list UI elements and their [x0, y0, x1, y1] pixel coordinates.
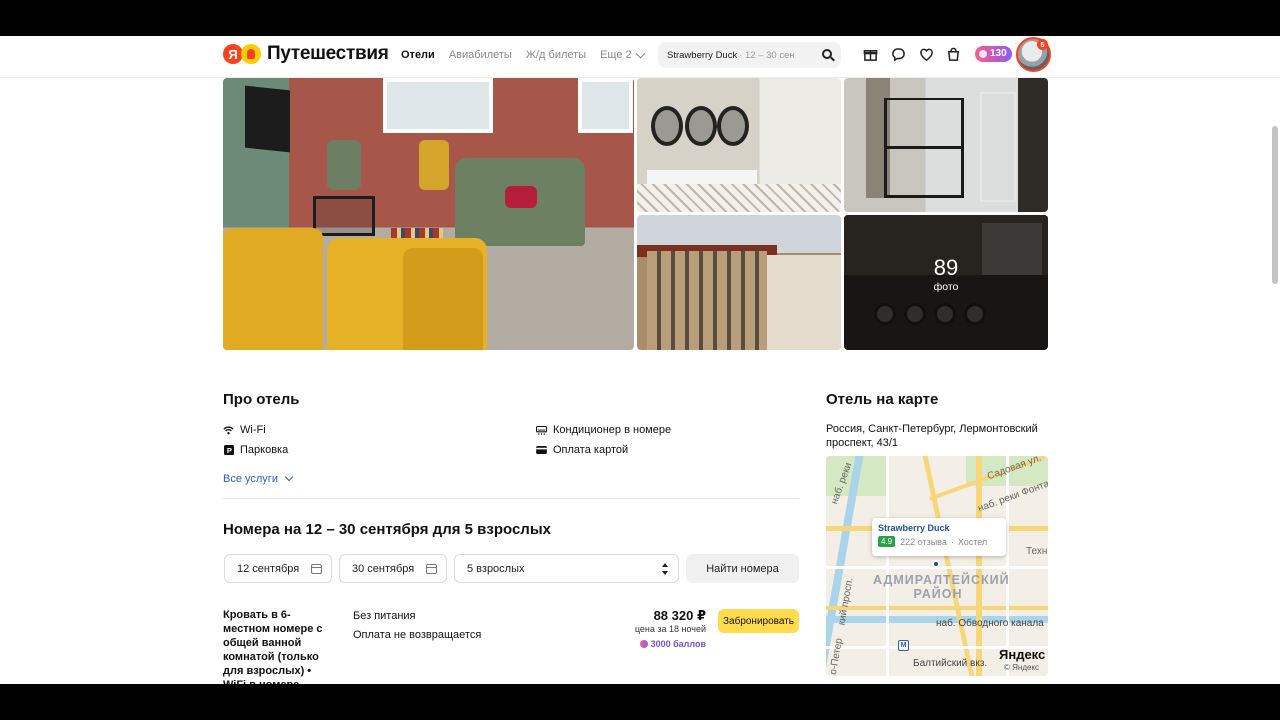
amenity-label: Wi-Fi — [240, 424, 266, 436]
checkout-date-field[interactable]: 30 сентября — [339, 554, 447, 583]
air-conditioner-icon — [536, 425, 547, 436]
room-points: 3000 баллов — [640, 639, 706, 649]
metro-icon: М — [898, 640, 909, 651]
book-button[interactable]: Забронировать — [718, 609, 799, 633]
amenity-label: Кондиционер в номере — [553, 424, 672, 436]
photo-building[interactable] — [637, 215, 841, 350]
nav-flights[interactable]: Авиабилеты — [449, 49, 512, 61]
room-name[interactable]: Кровать в 6-местном номере с общей ванно… — [223, 608, 333, 684]
wifi-icon — [223, 425, 234, 436]
room-price-note: цена за 18 ночей — [634, 624, 706, 634]
calendar-icon — [426, 564, 437, 574]
room-meal: Без питания — [353, 610, 416, 622]
all-services-link[interactable]: Все услуги — [223, 472, 294, 485]
more-photos-label: фото — [933, 280, 959, 293]
guests-select[interactable]: 5 взрослых — [454, 554, 679, 583]
chat-icon[interactable] — [890, 46, 906, 62]
map-label-peterg: о-Петер — [827, 637, 846, 676]
amenity-aircon: Кондиционер в номере — [536, 424, 671, 436]
hotel-map[interactable]: Садовая ул. наб. реки Фонтан наб. реки н… — [826, 456, 1048, 676]
rooms-title: Номера на 12 – 30 сентября для 5 взрослы… — [223, 521, 551, 538]
top-header: Я Путешествия Отели Авиабилеты Ж/д билет… — [0, 36, 1280, 78]
yandex-maps-logo-text: Яндекс — [999, 647, 1046, 662]
amenity-label: Парковка — [240, 444, 289, 456]
rating-badge: 4.9 — [878, 536, 896, 547]
select-arrows-icon — [662, 563, 668, 575]
map-copyright: © Яндекс — [1004, 663, 1040, 672]
map-card-reviews: 222 отзыва — [900, 536, 947, 547]
room-refund-policy: Оплата не возвращается — [353, 629, 482, 641]
checkout-date-value: 30 сентября — [352, 562, 415, 575]
map-title: Отель на карте — [826, 391, 939, 408]
chevron-down-icon — [635, 48, 646, 58]
map-label-obvodny: наб. Обводного канала — [936, 618, 1044, 629]
guests-value: 5 взрослых — [467, 562, 525, 575]
gift-icon[interactable] — [862, 46, 878, 62]
search-icon[interactable] — [822, 49, 832, 59]
travel-logo-icon — [241, 44, 261, 64]
svg-text:P: P — [226, 446, 231, 455]
map-label-tekhn: Техн — [1026, 546, 1048, 557]
page-scrollbar[interactable] — [1272, 126, 1278, 284]
nav-hotels[interactable]: Отели — [401, 49, 435, 61]
checkin-date-field[interactable]: 12 сентября — [224, 554, 332, 583]
photo-laundry-more[interactable]: 89 фото — [844, 215, 1048, 350]
yandex-maps-logo: Яндекс — [999, 647, 1045, 662]
map-hotel-card[interactable]: Strawberry Duck 4.9 222 отзыва · Хостел — [872, 518, 1006, 556]
logo-text: Путешествия — [267, 43, 389, 64]
plus-points-badge[interactable]: 130 — [975, 46, 1012, 62]
search-dates: · 12 – 30 сен — [739, 49, 795, 61]
photo-gallery: 89 фото — [223, 78, 1048, 350]
amenity-label: Оплата картой — [553, 444, 629, 456]
room-price: 88 320 ₽ — [653, 608, 706, 623]
chevron-down-icon — [284, 472, 294, 482]
credit-card-icon — [536, 445, 547, 456]
about-title: Про отель — [223, 391, 300, 408]
map-pin-icon[interactable] — [932, 560, 940, 568]
search-query: Strawberry Duck — [667, 49, 738, 61]
hotel-address: Россия, Санкт-Петербург, Лермонтовский п… — [826, 423, 1038, 449]
map-card-name: Strawberry Duck — [878, 523, 950, 533]
checkin-date-value: 12 сентября — [237, 562, 300, 575]
photo-lounge[interactable] — [223, 78, 634, 350]
main-nav: Отели Авиабилеты Ж/д билеты Еще 2 — [401, 48, 658, 61]
page-viewport: Я Путешествия Отели Авиабилеты Ж/д билет… — [0, 36, 1280, 684]
photo-bathroom[interactable] — [637, 78, 841, 212]
nav-trains[interactable]: Ж/д билеты — [526, 49, 586, 61]
parking-icon: P — [223, 445, 234, 456]
logo[interactable]: Я Путешествия — [223, 43, 389, 65]
nav-more[interactable]: Еще 2 — [600, 48, 646, 61]
yandex-logo-icon: Я — [223, 44, 243, 64]
section-divider — [223, 498, 799, 499]
calendar-icon — [311, 564, 322, 574]
all-services-label: Все услуги — [223, 473, 278, 485]
amenity-wifi: Wi-Fi — [223, 424, 266, 436]
map-district-label: АДМИРАЛТЕЙСКИЙ РАЙОН — [873, 573, 1010, 601]
amenity-parking: P Парковка — [223, 444, 288, 456]
more-photos-count: 89 — [933, 254, 959, 280]
photo-bunk-beds[interactable] — [844, 78, 1048, 212]
notification-badge: 5 — [1037, 39, 1048, 50]
map-label-baltic: Балтийский вкз. — [913, 658, 988, 669]
map-card-type: Хостел — [957, 536, 988, 547]
search-field[interactable]: Strawberry Duck · 12 – 30 сен — [658, 42, 841, 68]
nav-more-label: Еще 2 — [600, 49, 632, 61]
find-rooms-button[interactable]: Найти номера — [686, 554, 799, 583]
amenity-card-payment: Оплата картой — [536, 444, 628, 456]
cart-icon[interactable] — [945, 46, 961, 62]
heart-icon[interactable] — [918, 46, 934, 62]
more-photos-overlay[interactable]: 89 фото — [844, 215, 1048, 350]
